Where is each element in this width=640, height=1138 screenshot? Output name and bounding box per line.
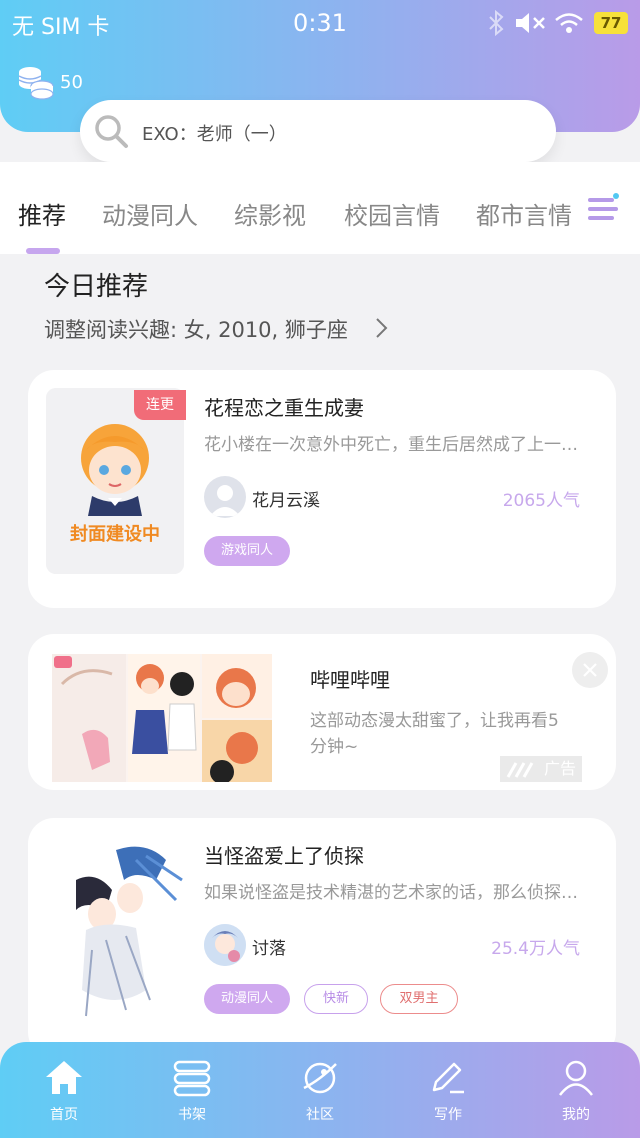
tab-film[interactable]: 综影视 bbox=[234, 196, 306, 231]
search-placeholder: EXO：老师（一） bbox=[142, 124, 287, 145]
ad-title[interactable]: 哔哩哔哩 bbox=[310, 664, 390, 693]
bluetooth-icon bbox=[489, 10, 504, 36]
recommend-title: 今日推荐 bbox=[44, 272, 149, 302]
nav-community[interactable]: 社区 bbox=[256, 1042, 384, 1138]
ad-card[interactable]: 哔哩哔哩 这部动态漫太甜蜜了，让我再看5分钟~ 广告 bbox=[28, 634, 616, 790]
nav-write[interactable]: 写作 bbox=[384, 1042, 512, 1138]
mute-icon bbox=[516, 13, 545, 33]
planet-icon bbox=[303, 1062, 337, 1094]
category-menu-icon[interactable] bbox=[588, 192, 624, 226]
genre-tag[interactable]: 动漫同人 bbox=[204, 984, 290, 1014]
author-name[interactable]: 讨落 bbox=[252, 934, 286, 959]
user-icon bbox=[559, 1060, 593, 1096]
tab-campus[interactable]: 校园言情 bbox=[344, 196, 440, 231]
battery-indicator: 77 bbox=[594, 12, 628, 34]
author-avatar[interactable] bbox=[204, 476, 246, 518]
nav-bookshelf[interactable]: 书架 bbox=[128, 1042, 256, 1138]
ad-close-button[interactable] bbox=[572, 652, 608, 688]
status-bar: 无 SIM 卡 0:31 77 bbox=[0, 0, 640, 46]
book-cover bbox=[46, 840, 184, 1022]
bottom-nav: 首页 书架 社区 写作 我的 bbox=[0, 1042, 640, 1138]
close-icon bbox=[583, 663, 597, 677]
cover-placeholder-text: 封面建设中 bbox=[70, 524, 160, 545]
author-name[interactable]: 花月云溪 bbox=[252, 486, 320, 511]
nav-bookshelf-label: 书架 bbox=[178, 1107, 206, 1123]
nav-profile-label: 我的 bbox=[562, 1107, 590, 1123]
tab-urban[interactable]: 都市言情 bbox=[476, 196, 574, 231]
ad-label-text: 广告 bbox=[543, 759, 576, 778]
book-card[interactable]: 封面建设中 连更 花程恋之重生成妻 花小楼在一次意外中死亡，重生后居然成了上一…… bbox=[28, 370, 616, 608]
home-icon bbox=[46, 1061, 82, 1094]
ad-comic-image bbox=[52, 654, 272, 782]
cover-illustration bbox=[46, 840, 184, 1022]
bookshelf-icon bbox=[173, 1060, 211, 1097]
pen-icon bbox=[432, 1062, 464, 1094]
ad-label: 广告 bbox=[500, 756, 582, 782]
chevron-right-icon bbox=[376, 318, 388, 338]
tab-recommend[interactable]: 推荐 bbox=[18, 196, 66, 231]
author-avatar[interactable] bbox=[204, 924, 246, 966]
update-tag[interactable]: 快新 bbox=[304, 984, 368, 1014]
nav-home-label: 首页 bbox=[50, 1107, 78, 1123]
book-description: 如果说怪盗是技术精湛的艺术家的话，那么侦探… bbox=[204, 883, 578, 903]
nav-write-label: 写作 bbox=[434, 1107, 462, 1123]
book-title[interactable]: 当怪盗爱上了侦探 bbox=[204, 840, 364, 869]
tab-anime[interactable]: 动漫同人 bbox=[102, 196, 198, 231]
wifi-icon bbox=[555, 13, 583, 33]
ad-description: 这部动态漫太甜蜜了，让我再看5分钟~ bbox=[310, 711, 559, 757]
serial-badge: 连更 bbox=[134, 390, 186, 420]
nav-home[interactable]: 首页 bbox=[0, 1042, 128, 1138]
nav-community-label: 社区 bbox=[306, 1107, 334, 1123]
genre-tag[interactable]: 游戏同人 bbox=[204, 536, 290, 566]
active-tab-indicator bbox=[26, 248, 60, 254]
book-description: 花小楼在一次意外中死亡，重生后居然成了上一… bbox=[204, 435, 578, 455]
search-bar[interactable]: EXO：老师（一） bbox=[80, 100, 556, 162]
nav-profile[interactable]: 我的 bbox=[512, 1042, 640, 1138]
theme-tag[interactable]: 双男主 bbox=[380, 984, 458, 1014]
interest-setting-link[interactable]: 调整阅读兴趣: 女, 2010, 狮子座 bbox=[44, 314, 348, 344]
book-title[interactable]: 花程恋之重生成妻 bbox=[204, 392, 364, 421]
popularity-count: 25.4万人气 bbox=[491, 939, 580, 959]
coin-count: 50 bbox=[60, 72, 83, 93]
book-card[interactable]: 当怪盗爱上了侦探 如果说怪盗是技术精湛的艺术家的话，那么侦探… 讨落 25.4万… bbox=[28, 818, 616, 1058]
popularity-count: 2065人气 bbox=[502, 491, 580, 511]
ad-logo-icon bbox=[506, 762, 534, 778]
search-icon bbox=[95, 115, 128, 148]
coins-icon[interactable] bbox=[16, 62, 56, 102]
